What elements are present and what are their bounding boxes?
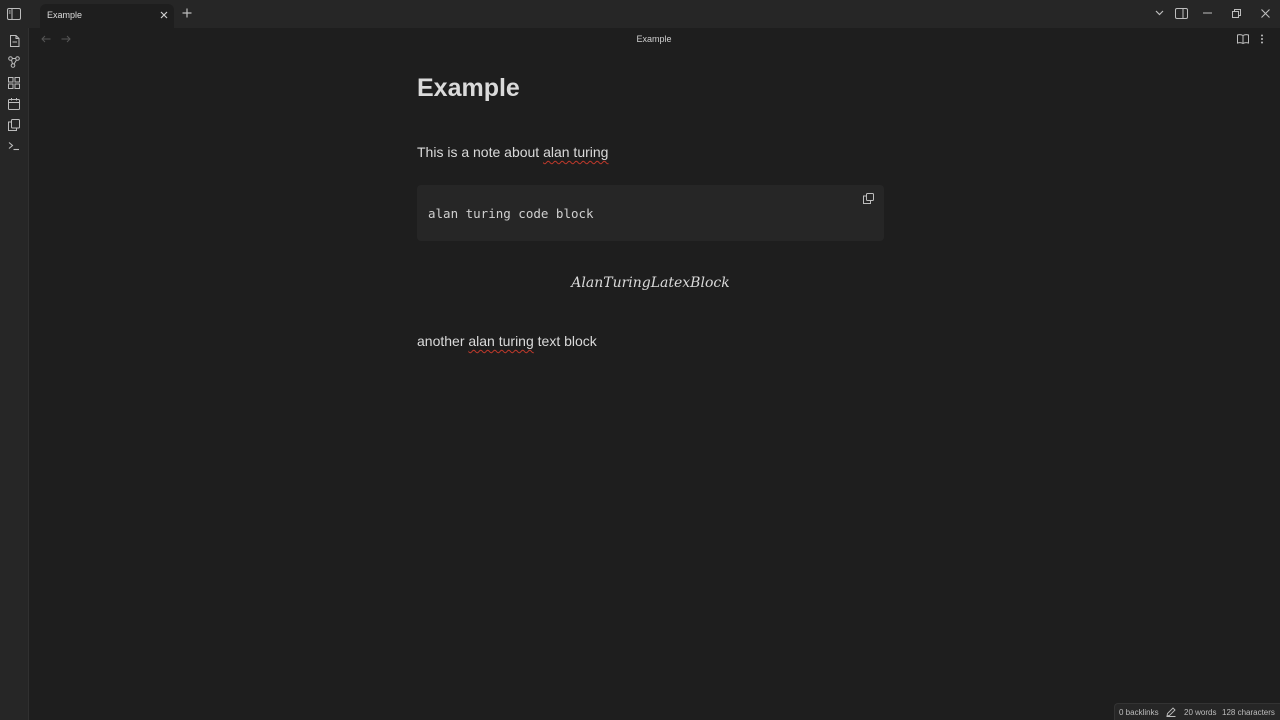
close-icon[interactable] xyxy=(158,9,170,21)
terminal-icon[interactable] xyxy=(7,139,21,153)
paragraph-text: text block xyxy=(533,333,597,349)
code-block[interactable]: alan turing code block xyxy=(417,185,884,241)
canvas-icon[interactable] xyxy=(7,76,21,90)
math-block[interactable]: AlanTuringLatexBlock xyxy=(417,275,884,291)
close-icon[interactable] xyxy=(1257,6,1273,20)
copy-icon[interactable] xyxy=(861,191,875,205)
misspelled-word: alan turing xyxy=(468,333,534,349)
misspelled-word: alan turing xyxy=(543,144,609,160)
minimize-icon[interactable] xyxy=(1199,6,1215,20)
note-heading[interactable]: Example xyxy=(417,74,520,103)
plus-icon[interactable] xyxy=(180,6,194,20)
restore-icon[interactable] xyxy=(1228,6,1244,20)
graph-icon[interactable] xyxy=(7,55,21,69)
paragraph-text: This is a note about xyxy=(417,144,544,160)
right-sidebar-icon[interactable] xyxy=(1173,6,1189,20)
left-ribbon xyxy=(0,28,29,720)
more-vertical-icon[interactable] xyxy=(1256,33,1268,45)
word-count: 20 words xyxy=(1184,708,1217,717)
character-count: 128 characters xyxy=(1222,708,1275,717)
status-bar: 0 backlinks 20 words 128 characters xyxy=(1114,703,1280,720)
book-icon[interactable] xyxy=(1237,33,1249,45)
title-bar: Example xyxy=(0,0,1280,28)
chevron-down-icon[interactable] xyxy=(1151,6,1167,20)
calendar-icon[interactable] xyxy=(7,97,21,111)
sidebar-toggle-icon[interactable] xyxy=(6,6,22,22)
tab-example[interactable]: Example xyxy=(40,4,174,28)
backlinks-count[interactable]: 0 backlinks xyxy=(1119,708,1159,717)
pencil-icon[interactable] xyxy=(1166,707,1176,717)
copy-icon[interactable] xyxy=(7,118,21,132)
paragraph-2[interactable]: another alan turing text block xyxy=(417,333,597,349)
paragraph-text: another xyxy=(417,333,469,349)
paragraph-1[interactable]: This is a note about alan turing xyxy=(417,144,608,160)
code-text: alan turing code block xyxy=(428,206,594,221)
tab-title: Example xyxy=(47,10,83,20)
view-title[interactable]: Example xyxy=(0,34,1280,44)
